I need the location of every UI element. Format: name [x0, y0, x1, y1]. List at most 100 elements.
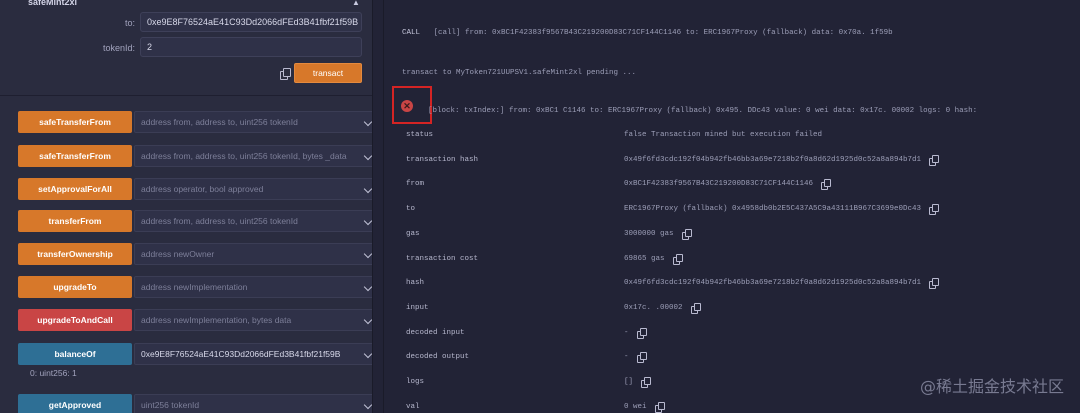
- receipt-value: 69865 gas: [624, 255, 665, 263]
- function-args-input[interactable]: address from, address to, uint256 tokenI…: [134, 145, 376, 167]
- function-args-text: address from, address to, uint256 tokenI…: [141, 151, 347, 161]
- call-log-line: CALL [call] from: 0xBC1F42383f9567B43C21…: [402, 29, 893, 37]
- receipt-key: gas: [406, 230, 420, 238]
- copy-icon[interactable]: [929, 278, 939, 289]
- chevron-down-icon[interactable]: [363, 184, 373, 194]
- copy-icon[interactable]: [637, 352, 647, 363]
- receipt-value: 0xBC1F42383f9567B43C219200D83C71CF144C11…: [624, 180, 814, 188]
- chevron-down-icon[interactable]: [363, 216, 373, 226]
- function-args-text: address newOwner: [141, 249, 215, 259]
- function-args-text: address newImplementation: [141, 282, 248, 292]
- function-args-text: address from, address to, uint256 tokenI…: [141, 216, 298, 226]
- receipt-value: 0x49f6fd3cdc192f04b942fb46bb3a69e7218b2f…: [624, 279, 922, 287]
- receipt-value: false Transaction mined but execution fa…: [624, 131, 823, 139]
- block-log-line[interactable]: [block: txIndex:] from: 0xBC1 C1146 to: …: [428, 107, 977, 115]
- function-button[interactable]: transferFrom: [18, 210, 132, 232]
- function-args-text: address operator, bool approved: [141, 184, 264, 194]
- chevron-down-icon[interactable]: [363, 349, 373, 359]
- receipt-value: 0 wei: [624, 403, 647, 411]
- copy-icon[interactable]: [655, 402, 665, 413]
- receipt-key: decoded output: [406, 353, 470, 361]
- function-args-input[interactable]: address from, address to, uint256 tokenI…: [134, 210, 376, 232]
- receipt-key: input: [406, 304, 429, 312]
- function-button[interactable]: transferOwnership: [18, 243, 132, 265]
- function-button[interactable]: balanceOf: [18, 343, 132, 365]
- function-button[interactable]: upgradeToAndCall: [18, 309, 132, 331]
- chevron-down-icon[interactable]: [363, 117, 373, 127]
- function-row: transferOwnership address newOwner: [18, 243, 376, 265]
- function-row: setApprovalForAll address operator, bool …: [18, 178, 376, 200]
- copy-icon[interactable]: [641, 377, 651, 388]
- function-args-input[interactable]: uint256 tokenId: [134, 394, 376, 413]
- transact-button[interactable]: transact: [294, 63, 362, 83]
- function-row: getApproved uint256 tokenId: [18, 394, 376, 413]
- function-button[interactable]: safeTransferFrom: [18, 145, 132, 167]
- copy-icon[interactable]: [691, 303, 701, 314]
- function-args-text: 0xe9E8F76524aE41C93Dd2066dFEd3B41fbf21f5…: [141, 349, 341, 359]
- receipt-key: logs: [406, 378, 425, 386]
- function-row: upgradeToAndCall address newImplementatio…: [18, 309, 376, 331]
- copy-icon[interactable]: [821, 179, 831, 190]
- receipt-key: hash: [406, 279, 425, 287]
- receipt-key: transaction cost: [406, 255, 479, 263]
- receipt-value: 0x17c. .00002: [624, 304, 683, 312]
- function-button[interactable]: safeTransferFrom: [18, 111, 132, 133]
- chevron-down-icon[interactable]: [363, 249, 373, 259]
- function-args-input[interactable]: address newImplementation: [134, 276, 376, 298]
- function-args-input[interactable]: 0xe9E8F76524aE41C93Dd2066dFEd3B41fbf21f5…: [134, 343, 376, 365]
- receipt-key: val: [406, 403, 420, 411]
- terminal-panel: CALL [call] from: 0xBC1F42383f9567B43C21…: [384, 0, 1080, 413]
- pending-log-line: transact to MyToken721UUPSV1.safeMint2xl…: [402, 69, 637, 77]
- function-row: upgradeTo address newImplementation: [18, 276, 376, 298]
- function-args-text: address from, address to, uint256 tokenI…: [141, 117, 298, 127]
- function-args-input[interactable]: address newOwner: [134, 243, 376, 265]
- panel-divider[interactable]: [372, 0, 384, 413]
- receipt-value: ERC1967Proxy (fallback) 0x4958db0b2E5C43…: [624, 205, 922, 213]
- chevron-down-icon[interactable]: [363, 400, 373, 410]
- function-row: safeTransferFrom address from, address to…: [18, 111, 376, 133]
- chevron-down-icon[interactable]: [363, 315, 373, 325]
- receipt-key: from: [406, 180, 425, 188]
- receipt-value: []: [624, 378, 634, 386]
- function-button[interactable]: setApprovalForAll: [18, 178, 132, 200]
- copy-icon[interactable]: [673, 254, 683, 265]
- receipt-key: decoded input: [406, 329, 465, 337]
- call-log-text: [call] from: 0xBC1F42383f9567B43C219200D…: [433, 29, 893, 37]
- copy-icon[interactable]: [929, 155, 939, 166]
- receipt-value: -: [624, 329, 629, 337]
- function-args-input[interactable]: address newImplementation, bytes data: [134, 309, 376, 331]
- copy-icon[interactable]: [682, 229, 692, 240]
- chevron-down-icon[interactable]: [363, 282, 373, 292]
- function-row: balanceOf 0xe9E8F76524aE41C93Dd2066dFEd3B…: [18, 343, 376, 365]
- copy-icon[interactable]: [929, 204, 939, 215]
- receipt-key: status: [406, 131, 434, 139]
- receipt-value: -: [624, 353, 629, 361]
- chevron-down-icon[interactable]: [363, 151, 373, 161]
- function-button[interactable]: upgradeTo: [18, 276, 132, 298]
- copy-icon[interactable]: [280, 68, 291, 80]
- watermark: @稀土掘金技术社区: [919, 377, 1064, 396]
- balance-result: 0: uint256: 1: [30, 368, 77, 378]
- receipt-value: 0x49f6fd3cdc192f04b942fb46bb3a69e7218b2f…: [624, 156, 922, 164]
- function-button[interactable]: getApproved: [18, 394, 132, 413]
- param-input-to[interactable]: 0xe9E8F76524aE41C93Dd2066dFEd3B41fbf21f5…: [140, 12, 362, 32]
- param-label-to: to:: [124, 18, 135, 28]
- receipt-key: to: [406, 205, 416, 213]
- separator: [0, 95, 372, 96]
- receipt-value: 3000000 gas: [624, 230, 674, 238]
- function-title: safeMint2xl: [28, 0, 78, 7]
- function-row: transferFrom address from, address to, ui…: [18, 210, 376, 232]
- copy-icon[interactable]: [637, 328, 647, 339]
- param-input-tokenid[interactable]: 2: [140, 37, 362, 57]
- function-args-text: address newImplementation, bytes data: [141, 315, 292, 325]
- chevron-up-icon[interactable]: ▲: [352, 0, 362, 8]
- function-args-input[interactable]: address operator, bool approved: [134, 178, 376, 200]
- function-row: safeTransferFrom address from, address to…: [18, 145, 376, 167]
- param-label-tokenid: tokenId:: [102, 43, 135, 53]
- function-args-text: uint256 tokenId: [141, 400, 200, 410]
- call-tag: CALL: [402, 29, 421, 37]
- function-args-input[interactable]: address from, address to, uint256 tokenI…: [134, 111, 376, 133]
- receipt-key: transaction hash: [406, 156, 479, 164]
- deployed-contract-panel: safeMint2xl ▲ to: 0xe9E8F76524aE41C93Dd2…: [0, 0, 376, 413]
- error-icon: ✕: [401, 100, 413, 112]
